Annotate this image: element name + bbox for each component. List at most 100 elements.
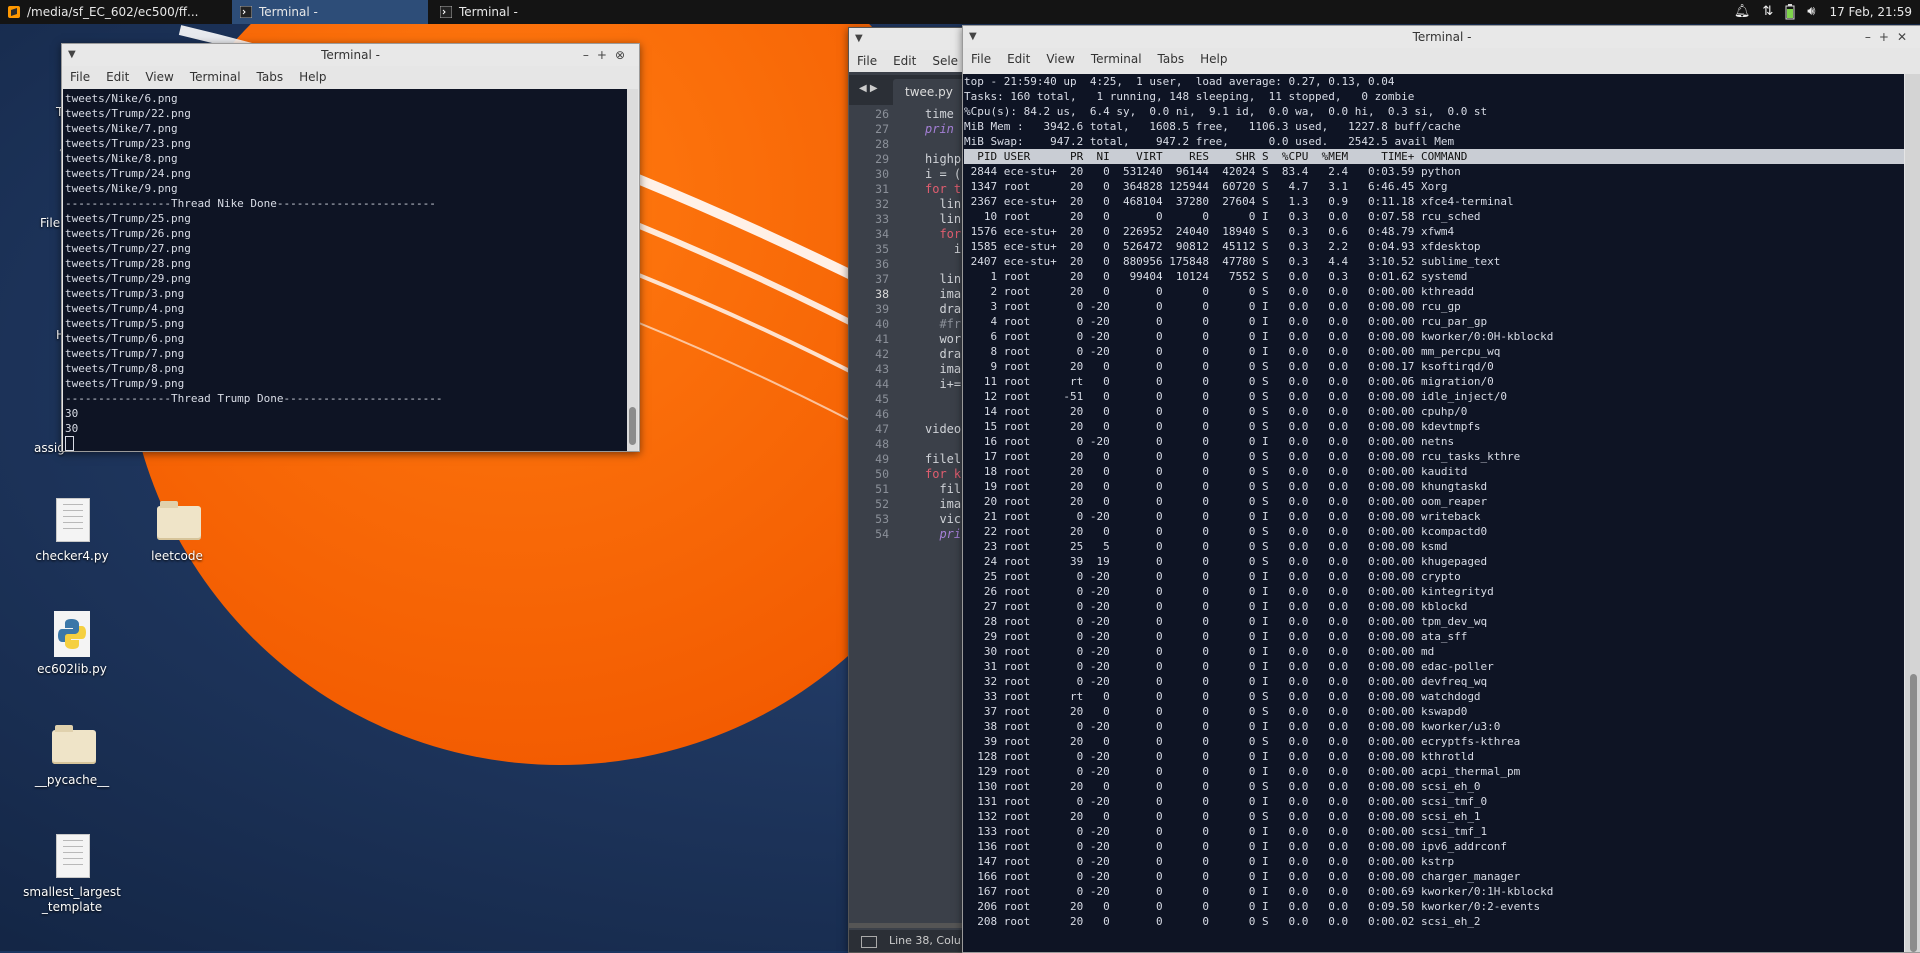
clock[interactable]: 17 Feb, 21:59: [1829, 5, 1912, 19]
window-menu-icon[interactable]: ▼: [855, 28, 863, 50]
process-row[interactable]: 21 root 0 -20 0 0 0 I 0.0 0.0 0:00.00 wr…: [964, 509, 1904, 524]
process-row[interactable]: 33 root rt 0 0 0 0 S 0.0 0.0 0:00.00 wat…: [964, 689, 1904, 704]
desktop-icon-pycache[interactable]: __pycache__: [22, 722, 122, 788]
process-row[interactable]: 133 root 0 -20 0 0 0 I 0.0 0.0 0:00.00 s…: [964, 824, 1904, 839]
process-row[interactable]: 20 root 20 0 0 0 0 S 0.0 0.0 0:00.00 oom…: [964, 494, 1904, 509]
process-row[interactable]: 28 root 0 -20 0 0 0 I 0.0 0.0 0:00.00 tp…: [964, 614, 1904, 629]
scrollbar-thumb[interactable]: [629, 407, 636, 445]
process-row[interactable]: 3 root 0 -20 0 0 0 I 0.0 0.0 0:00.00 rcu…: [964, 299, 1904, 314]
network-arrows-icon[interactable]: ⇅: [1762, 0, 1773, 24]
process-row[interactable]: 128 root 0 -20 0 0 0 I 0.0 0.0 0:00.00 k…: [964, 749, 1904, 764]
process-row[interactable]: 132 root 20 0 0 0 0 S 0.0 0.0 0:00.00 sc…: [964, 809, 1904, 824]
menu-help[interactable]: Help: [1192, 52, 1235, 66]
horizontal-scrollbar[interactable]: [849, 923, 969, 928]
terminal-output[interactable]: tweets/Nike/6.png tweets/Trump/22.png twee…: [63, 89, 627, 451]
close-icon[interactable]: ⊗: [615, 48, 633, 62]
desktop-icon-leetcode[interactable]: leetcode: [127, 498, 227, 564]
process-row[interactable]: 29 root 0 -20 0 0 0 I 0.0 0.0 0:00.00 at…: [964, 629, 1904, 644]
minimize-icon[interactable]: –: [1865, 30, 1879, 44]
process-row[interactable]: 147 root 0 -20 0 0 0 I 0.0 0.0 0:00.00 k…: [964, 854, 1904, 869]
maximize-icon[interactable]: +: [1879, 30, 1897, 44]
process-row[interactable]: 1576 ece-stu+ 20 0 226952 24040 18940 S …: [964, 224, 1904, 239]
process-row[interactable]: 2367 ece-stu+ 20 0 468104 37280 27604 S …: [964, 194, 1904, 209]
menu-help[interactable]: Help: [291, 70, 334, 84]
close-icon[interactable]: ✕: [1897, 30, 1915, 44]
menu-terminal[interactable]: Terminal: [1083, 52, 1150, 66]
process-row[interactable]: 27 root 0 -20 0 0 0 I 0.0 0.0 0:00.00 kb…: [964, 599, 1904, 614]
maximize-icon[interactable]: +: [597, 48, 615, 62]
process-row[interactable]: 9 root 20 0 0 0 0 S 0.0 0.0 0:00.17 ksof…: [964, 359, 1904, 374]
menu-edit[interactable]: Edit: [98, 70, 137, 84]
terminal-scrollbar[interactable]: [627, 89, 638, 451]
sublime-text-window[interactable]: ▼ File Edit Sele ◀ ▶ twee.py 26 27 28 29 30 3…: [848, 27, 985, 953]
desktop-icon-smallest-largest-template[interactable]: smallest_largest _template: [22, 834, 122, 915]
process-row[interactable]: 129 root 0 -20 0 0 0 I 0.0 0.0 0:00.00 a…: [964, 764, 1904, 779]
menu-view[interactable]: View: [1038, 52, 1082, 66]
process-row[interactable]: 167 root 0 -20 0 0 0 I 0.0 0.0 0:00.69 k…: [964, 884, 1904, 899]
top-output[interactable]: top - 21:59:40 up 4:25, 1 user, load ave…: [963, 74, 1904, 952]
process-row[interactable]: 16 root 0 -20 0 0 0 I 0.0 0.0 0:00.00 ne…: [964, 434, 1904, 449]
process-row[interactable]: 17 root 20 0 0 0 0 S 0.0 0.0 0:00.00 rcu…: [964, 449, 1904, 464]
menu-tabs[interactable]: Tabs: [1150, 52, 1193, 66]
process-row[interactable]: 166 root 0 -20 0 0 0 I 0.0 0.0 0:00.00 c…: [964, 869, 1904, 884]
taskbar-terminal-button-active[interactable]: Terminal -: [232, 0, 428, 24]
process-row[interactable]: 2407 ece-stu+ 20 0 880956 175848 47780 S…: [964, 254, 1904, 269]
process-row[interactable]: 39 root 20 0 0 0 0 S 0.0 0.0 0:00.00 ecr…: [964, 734, 1904, 749]
process-row[interactable]: 10 root 20 0 0 0 0 I 0.3 0.0 0:07.58 rcu…: [964, 209, 1904, 224]
process-row[interactable]: 26 root 0 -20 0 0 0 I 0.0 0.0 0:00.00 ki…: [964, 584, 1904, 599]
process-row[interactable]: 2844 ece-stu+ 20 0 531240 96144 42024 S …: [964, 164, 1904, 179]
window-menu-icon[interactable]: ▼: [969, 26, 977, 48]
process-row[interactable]: 32 root 0 -20 0 0 0 I 0.0 0.0 0:00.00 de…: [964, 674, 1904, 689]
process-row[interactable]: 14 root 20 0 0 0 0 S 0.0 0.0 0:00.00 cpu…: [964, 404, 1904, 419]
process-row[interactable]: 2 root 20 0 0 0 0 S 0.0 0.0 0:00.00 kthr…: [964, 284, 1904, 299]
process-row[interactable]: 25 root 0 -20 0 0 0 I 0.0 0.0 0:00.00 cr…: [964, 569, 1904, 584]
menu-edit[interactable]: Edit: [999, 52, 1038, 66]
process-row[interactable]: 206 root 20 0 0 0 0 I 0.0 0.0 0:09.50 kw…: [964, 899, 1904, 914]
terminal-scrollbar[interactable]: [1905, 74, 1920, 952]
menu-terminal[interactable]: Terminal: [182, 70, 249, 84]
taskbar-sublime-button[interactable]: /media/sf_EC_602/ec500/ff...: [0, 0, 232, 24]
process-row[interactable]: 4 root 0 -20 0 0 0 I 0.0 0.0 0:00.00 rcu…: [964, 314, 1904, 329]
process-row[interactable]: 38 root 0 -20 0 0 0 I 0.0 0.0 0:00.00 kw…: [964, 719, 1904, 734]
process-row[interactable]: 11 root rt 0 0 0 0 S 0.0 0.0 0:00.06 mig…: [964, 374, 1904, 389]
terminal-window-output[interactable]: ▼ Terminal - –+⊗ File Edit View Terminal…: [61, 43, 640, 452]
process-row[interactable]: 12 root -51 0 0 0 0 S 0.0 0.0 0:00.00 id…: [964, 389, 1904, 404]
process-row[interactable]: 15 root 20 0 0 0 0 S 0.0 0.0 0:00.00 kde…: [964, 419, 1904, 434]
menu-file[interactable]: File: [62, 70, 98, 84]
scrollbar-thumb[interactable]: [1910, 674, 1917, 952]
process-row[interactable]: 37 root 20 0 0 0 0 S 0.0 0.0 0:00.00 ksw…: [964, 704, 1904, 719]
menu-tabs[interactable]: Tabs: [249, 70, 292, 84]
process-row[interactable]: 18 root 20 0 0 0 0 S 0.0 0.0 0:00.00 kau…: [964, 464, 1904, 479]
process-row[interactable]: 1347 root 20 0 364828 125944 60720 S 4.7…: [964, 179, 1904, 194]
window-menu-icon[interactable]: ▼: [68, 44, 76, 66]
process-row[interactable]: 31 root 0 -20 0 0 0 I 0.0 0.0 0:00.00 ed…: [964, 659, 1904, 674]
minimize-icon[interactable]: –: [583, 48, 597, 62]
taskbar-terminal-button[interactable]: Terminal -: [432, 0, 628, 24]
process-row[interactable]: 136 root 0 -20 0 0 0 I 0.0 0.0 0:00.00 i…: [964, 839, 1904, 854]
process-row[interactable]: 8 root 0 -20 0 0 0 I 0.0 0.0 0:00.00 mm_…: [964, 344, 1904, 359]
process-row[interactable]: 30 root 0 -20 0 0 0 I 0.0 0.0 0:00.00 md: [964, 644, 1904, 659]
desktop-icon-ec602lib[interactable]: ec602lib.py: [22, 611, 122, 677]
window-titlebar[interactable]: ▼ Terminal - –+✕: [963, 26, 1920, 48]
battery-icon[interactable]: [1785, 4, 1795, 20]
process-row[interactable]: 6 root 0 -20 0 0 0 I 0.0 0.0 0:00.00 kwo…: [964, 329, 1904, 344]
terminal-window-top[interactable]: ▼ Terminal - –+✕ File Edit View Terminal…: [962, 25, 1920, 953]
menu-file[interactable]: File: [963, 52, 999, 66]
menu-view[interactable]: View: [137, 70, 181, 84]
menu-file[interactable]: File: [849, 54, 885, 68]
process-row[interactable]: 208 root 20 0 0 0 0 S 0.0 0.0 0:00.02 sc…: [964, 914, 1904, 929]
notification-bell-icon[interactable]: 🔔︎: [1734, 0, 1751, 24]
window-titlebar[interactable]: ▼ Terminal - –+⊗: [62, 44, 639, 66]
menu-edit[interactable]: Edit: [885, 54, 924, 68]
process-row[interactable]: 1 root 20 0 99404 10124 7552 S 0.0 0.3 0…: [964, 269, 1904, 284]
process-row[interactable]: 1585 ece-stu+ 20 0 526472 90812 45112 S …: [964, 239, 1904, 254]
volume-icon[interactable]: 🔊︎: [1807, 0, 1815, 24]
process-row[interactable]: 131 root 0 -20 0 0 0 I 0.0 0.0 0:00.00 s…: [964, 794, 1904, 809]
desktop-icon-checker4[interactable]: checker4.py: [22, 498, 122, 564]
process-row[interactable]: 19 root 20 0 0 0 0 S 0.0 0.0 0:00.00 khu…: [964, 479, 1904, 494]
process-row[interactable]: 23 root 25 5 0 0 0 S 0.0 0.0 0:00.00 ksm…: [964, 539, 1904, 554]
process-row[interactable]: 22 root 20 0 0 0 0 S 0.0 0.0 0:00.00 kco…: [964, 524, 1904, 539]
window-titlebar[interactable]: ▼: [849, 28, 969, 50]
panel-toggle-icon[interactable]: [861, 936, 877, 948]
process-row[interactable]: 24 root 39 19 0 0 0 S 0.0 0.0 0:00.00 kh…: [964, 554, 1904, 569]
